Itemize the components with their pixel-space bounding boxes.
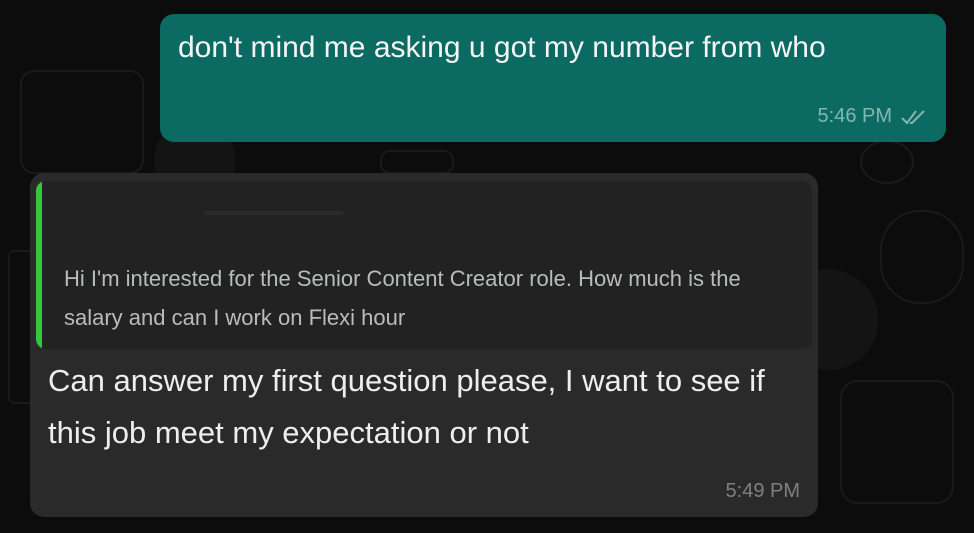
wallpaper-doodle [860, 140, 914, 184]
outgoing-message[interactable]: don't mind me asking u got my number fro… [160, 14, 946, 142]
quoted-reply[interactable]: Hi I'm interested for the Senior Content… [36, 181, 812, 349]
wallpaper-doodle [20, 70, 144, 174]
message-text: don't mind me asking u got my number fro… [178, 31, 826, 64]
quote-bar [36, 181, 42, 349]
wallpaper-doodle [840, 380, 954, 504]
wallpaper-doodle [880, 210, 964, 304]
wallpaper-doodle [380, 150, 454, 174]
incoming-message[interactable]: Hi I'm interested for the Senior Content… [30, 173, 818, 517]
chat-view: don't mind me asking u got my number fro… [0, 0, 974, 533]
quoted-text: Hi I'm interested for the Senior Content… [64, 266, 741, 330]
message-meta: 5:46 PM [818, 105, 928, 128]
message-text: Can answer my first question please, I w… [48, 363, 765, 450]
message-time: 5:46 PM [817, 105, 892, 127]
message-time: 5:49 PM [725, 480, 800, 502]
quote-sender-redacted [204, 211, 344, 215]
double-check-icon [901, 109, 925, 125]
